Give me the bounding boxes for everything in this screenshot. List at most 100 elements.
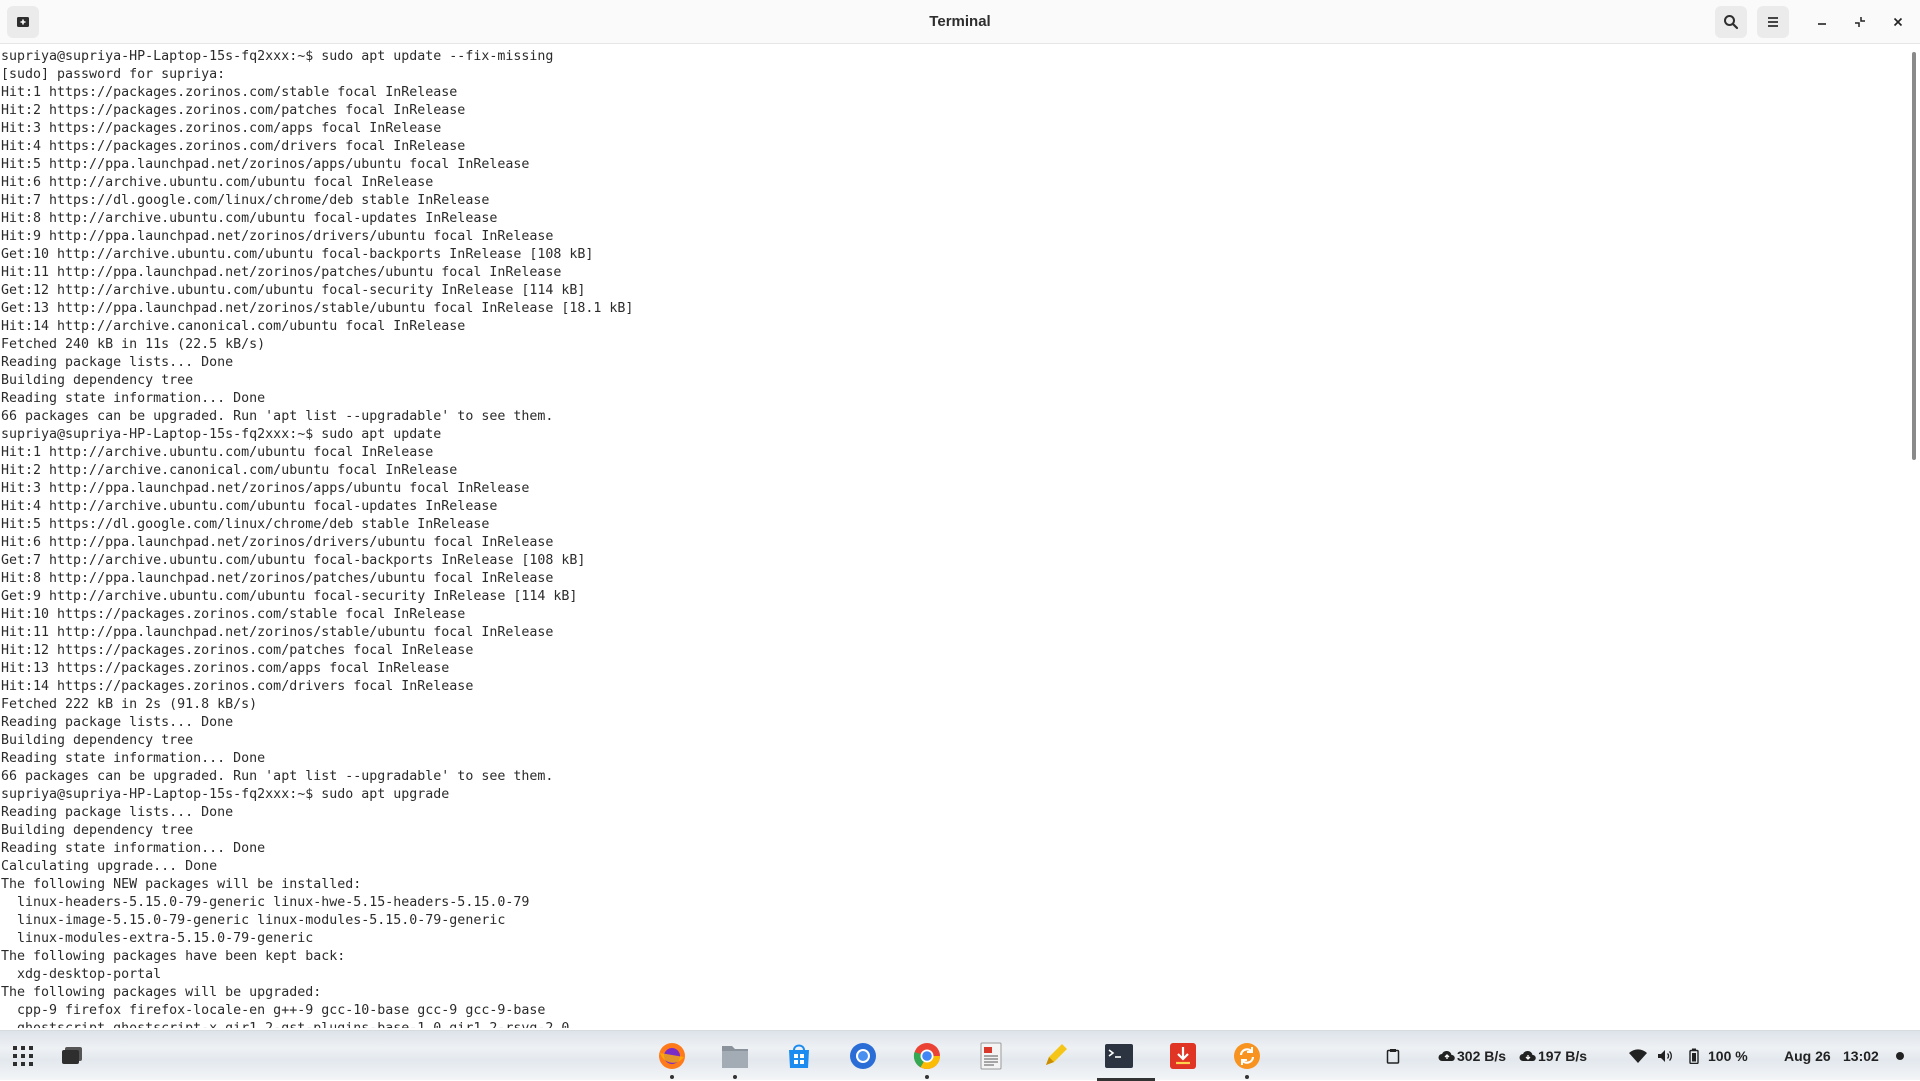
terminal-line: ghostscript ghostscript-x gir1.2-gst-plu… <box>0 1020 1900 1028</box>
wifi-icon <box>1629 1049 1647 1063</box>
taskbar-download-manager[interactable] <box>1166 1039 1200 1073</box>
terminal-line: Reading package lists... Done <box>1 355 234 370</box>
running-indicator <box>1245 1075 1249 1079</box>
terminal-line: Hit:11 http://ppa.launchpad.net/zorinos/… <box>1 625 554 640</box>
terminal-line: Fetched 240 kB in 11s (22.5 kB/s) <box>1 337 266 352</box>
search-icon <box>1724 15 1739 30</box>
terminal-line: Get:9 http://archive.ubuntu.com/ubuntu f… <box>1 589 578 604</box>
terminal-line: Hit:1 https://packages.zorinos.com/stabl… <box>1 85 458 100</box>
terminal-line: Fetched 222 kB in 2s (91.8 kB/s) <box>1 697 258 712</box>
close-icon <box>1893 17 1903 27</box>
terminal-line: Get:10 http://archive.ubuntu.com/ubuntu … <box>1 247 594 262</box>
terminal-line: The following packages have been kept ba… <box>1 949 346 964</box>
battery-percentage: 100 % <box>1708 1048 1748 1064</box>
clock-time[interactable]: 13:02 <box>1843 1031 1879 1081</box>
download-icon <box>1170 1043 1196 1069</box>
upload-speed-indicator <box>1437 1046 1457 1066</box>
terminal-line: linux-headers-5.15.0-79-generic linux-hw… <box>1 895 530 910</box>
new-tab-icon <box>17 17 29 27</box>
terminal-line: The following packages will be upgraded: <box>1 985 322 1000</box>
terminal-line: Hit:3 https://packages.zorinos.com/apps … <box>1 121 442 136</box>
terminal-line: xdg-desktop-portal <box>1 967 162 982</box>
restore-button[interactable] <box>1846 8 1874 36</box>
scrollbar-thumb[interactable] <box>1912 52 1916 460</box>
terminal-line: [sudo] password for supriya: <box>1 67 226 82</box>
terminal-line: Hit:8 http://archive.ubuntu.com/ubuntu f… <box>1 211 498 226</box>
taskbar-software-updater[interactable] <box>1230 1039 1264 1079</box>
clipboard-indicator[interactable] <box>1383 1046 1403 1066</box>
terminal-line: Hit:14 https://packages.zorinos.com/driv… <box>1 679 474 694</box>
terminal-line: supriya@supriya-HP-Laptop-15s-fq2xxx:~$ … <box>1 427 442 442</box>
taskbar-chromium[interactable] <box>846 1039 880 1073</box>
taskbar-document-viewer[interactable] <box>974 1039 1008 1073</box>
taskbar-software-store[interactable] <box>782 1039 816 1073</box>
restore-icon <box>1855 17 1865 27</box>
files-icon <box>722 1046 748 1068</box>
terminal-line: 66 packages can be upgraded. Run 'apt li… <box>1 769 554 784</box>
terminal-icon <box>1105 1044 1133 1068</box>
terminal-output[interactable]: supriya@supriya-HP-Laptop-15s-fq2xxx:~$ … <box>0 48 1900 1028</box>
terminal-line: linux-image-5.15.0-79-generic linux-modu… <box>1 913 506 928</box>
cloud-download-icon <box>1519 1050 1536 1061</box>
terminal-line: Hit:1 http://archive.ubuntu.com/ubuntu f… <box>1 445 434 460</box>
wifi-indicator[interactable] <box>1628 1046 1648 1066</box>
menu-button[interactable] <box>1757 6 1789 38</box>
workspaces-button[interactable] <box>55 1039 89 1073</box>
new-tab-button[interactable] <box>7 6 39 38</box>
terminal-line: Building dependency tree <box>1 373 194 388</box>
terminal-line: Hit:5 http://ppa.launchpad.net/zorinos/a… <box>1 157 530 172</box>
app-grid-icon <box>13 1046 33 1066</box>
terminal-line: Building dependency tree <box>1 823 194 838</box>
terminal-line: cpp-9 firefox firefox-locale-en g++-9 gc… <box>1 1003 546 1018</box>
terminal-line: 66 packages can be upgraded. Run 'apt li… <box>1 409 554 424</box>
terminal-scrollbar[interactable] <box>1908 48 1920 1028</box>
close-button[interactable] <box>1884 8 1912 36</box>
terminal-line: Get:12 http://archive.ubuntu.com/ubuntu … <box>1 283 586 298</box>
terminal-line: Hit:2 https://packages.zorinos.com/patch… <box>1 103 466 118</box>
terminal-line: Building dependency tree <box>1 733 194 748</box>
notification-dot[interactable] <box>1896 1052 1904 1060</box>
taskbar-chrome[interactable] <box>910 1039 944 1079</box>
terminal-line: Reading state information... Done <box>1 841 266 856</box>
text-editor-icon <box>1046 1044 1067 1065</box>
terminal-line: Hit:9 http://ppa.launchpad.net/zorinos/d… <box>1 229 554 244</box>
terminal-line: Hit:14 http://archive.canonical.com/ubun… <box>1 319 466 334</box>
terminal-line: supriya@supriya-HP-Laptop-15s-fq2xxx:~$ … <box>1 787 450 802</box>
terminal-line: Hit:8 http://ppa.launchpad.net/zorinos/p… <box>1 571 554 586</box>
terminal-line: Reading package lists... Done <box>1 805 234 820</box>
chrome-icon <box>913 1043 941 1070</box>
taskbar-terminal[interactable] <box>1097 1039 1155 1081</box>
chromium-icon <box>850 1043 876 1069</box>
terminal-line: Reading state information... Done <box>1 391 266 406</box>
window-title: Terminal <box>929 13 991 30</box>
terminal-line: Hit:11 http://ppa.launchpad.net/zorinos/… <box>1 265 562 280</box>
workspaces-icon <box>62 1047 82 1064</box>
volume-icon <box>1658 1050 1672 1062</box>
terminal-line: Calculating upgrade... Done <box>1 859 218 874</box>
minimize-icon <box>1818 23 1826 25</box>
app-grid-button[interactable] <box>6 1039 40 1073</box>
running-indicator <box>733 1075 737 1079</box>
terminal-line: Hit:6 http://archive.ubuntu.com/ubuntu f… <box>1 175 434 190</box>
terminal-line: Hit:3 http://ppa.launchpad.net/zorinos/a… <box>1 481 530 496</box>
terminal-line: Hit:6 http://ppa.launchpad.net/zorinos/d… <box>1 535 554 550</box>
updater-icon <box>1234 1043 1260 1069</box>
taskbar-files[interactable] <box>718 1039 752 1079</box>
terminal-line: Hit:4 https://packages.zorinos.com/drive… <box>1 139 466 154</box>
battery-icon <box>1689 1048 1699 1064</box>
download-speed: 197 B/s <box>1538 1048 1588 1064</box>
text-document-icon <box>980 1042 1002 1070</box>
battery-indicator[interactable] <box>1684 1046 1704 1066</box>
terminal-line: Hit:12 https://packages.zorinos.com/patc… <box>1 643 474 658</box>
minimize-button[interactable] <box>1808 8 1836 36</box>
terminal-line: Get:7 http://archive.ubuntu.com/ubuntu f… <box>1 553 586 568</box>
terminal-line: supriya@supriya-HP-Laptop-15s-fq2xxx:~$ … <box>1 49 554 64</box>
volume-indicator[interactable] <box>1655 1046 1675 1066</box>
taskbar-text-editor[interactable] <box>1038 1039 1072 1073</box>
upload-speed: 302 B/s <box>1457 1048 1507 1064</box>
software-store-icon <box>789 1044 809 1068</box>
terminal-line: Hit:10 https://packages.zorinos.com/stab… <box>1 607 466 622</box>
clock-date[interactable]: Aug 26 <box>1784 1031 1831 1081</box>
taskbar-firefox[interactable] <box>655 1039 689 1079</box>
search-button[interactable] <box>1715 6 1747 38</box>
